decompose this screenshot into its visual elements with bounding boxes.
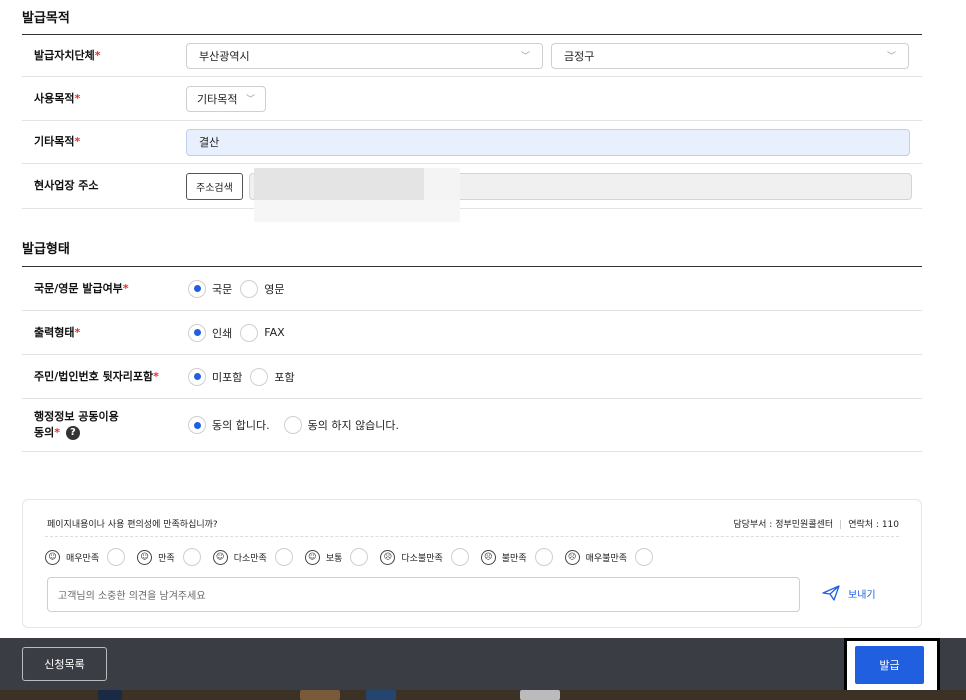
redacted-address: [253, 167, 424, 200]
department-text: 담당부서 : 정부민원콜센터: [733, 520, 834, 530]
help-icon[interactable]: ?: [65, 426, 80, 440]
send-button[interactable]: 보내기: [822, 585, 876, 601]
language-label: 국문/영문 발급여부: [34, 281, 123, 295]
radio-consent-yes[interactable]: 동의 합니다.: [188, 416, 270, 434]
rating-somewhat-satisfied[interactable]: ☺ 다소만족: [212, 548, 293, 566]
smile-face-icon: ☺: [212, 549, 228, 565]
rating-satisfied[interactable]: ☺ 만족: [137, 548, 201, 566]
section-title-format: 발급형태: [22, 242, 70, 257]
rating-dissatisfied[interactable]: ☹ 불만족: [480, 548, 553, 566]
paper-plane-icon: [822, 585, 840, 601]
radio-english[interactable]: 영문: [240, 279, 285, 298]
required-mark: *: [153, 369, 159, 383]
rating-very-dissatisfied[interactable]: ☹ 매우불만족: [564, 548, 654, 566]
rating-very-satisfied[interactable]: ☺ 매우만족: [45, 548, 126, 566]
comment-input[interactable]: 고객님의 소중한 의견을 남겨주세요: [47, 577, 800, 612]
radio-korean[interactable]: 국문: [188, 279, 232, 298]
other-purpose-label: 기타목적: [34, 135, 75, 148]
authority-label: 발급자치단체: [34, 48, 95, 62]
required-mark: *: [54, 426, 61, 439]
purpose-select[interactable]: 기타목적 ﹀: [186, 85, 266, 112]
row-address: 현사업장 주소 주소검색: [22, 164, 922, 222]
happy-face-icon: ☺: [137, 549, 153, 565]
rating-neutral[interactable]: ☺ 보통: [304, 548, 369, 566]
radio-consent-no[interactable]: 동의 하지 않습니다.: [283, 416, 399, 434]
radio-exclude[interactable]: 미포함: [188, 367, 242, 386]
footer-bar: 신청목록: [0, 638, 966, 694]
row-output: 출력형태* 인쇄 FAX: [22, 311, 922, 355]
address-field: [248, 167, 912, 222]
required-mark: *: [74, 325, 81, 339]
consent-label-line2: 동의: [34, 426, 55, 439]
radio-fax[interactable]: FAX: [240, 323, 285, 342]
issue-button[interactable]: 발급: [855, 646, 924, 684]
row-purpose: 사용목적* 기타목적 ﹀: [22, 77, 922, 121]
taskbar-strip: [0, 690, 966, 700]
district-select[interactable]: 금정구 ﹀: [551, 42, 909, 69]
rating-somewhat-dissatisfied[interactable]: ☹ 다소불만족: [380, 548, 469, 566]
section-title-purpose: 발급목적: [22, 11, 70, 26]
purpose-form: 발급자치단체* 부산광역시 ﹀ 금정구 ﹀ 사용목적* 기타목적 ﹀ 기타목적* 결산…: [22, 34, 922, 222]
rating-options: ☺ 매우만족 ☺ 만족 ☺ 다소만족 ☺ 보통 ☹ 다소불만족 ☹ 불만족 ☹ 매우불만족: [45, 548, 665, 566]
sad-face-icon: ☹: [480, 549, 496, 565]
satisfaction-survey: 페이지내용이나 사용 편의성에 만족하십니까? 담당부서 : 정부민원콜센터 | 연…: [22, 499, 922, 628]
row-authority: 발급자치단체* 부산광역시 ﹀ 금정구 ﹀: [22, 35, 922, 77]
radio-include[interactable]: 포함: [250, 367, 295, 386]
purpose-label: 사용목적: [34, 91, 75, 105]
consent-label-line1: 행정정보 공동이용: [34, 410, 119, 423]
survey-question: 페이지내용이나 사용 편의성에 만족하십니까?: [47, 520, 218, 530]
application-list-button[interactable]: 신청목록: [22, 647, 107, 681]
address-search-button[interactable]: 주소검색: [186, 172, 243, 200]
city-select[interactable]: 부산광역시 ﹀: [186, 42, 543, 69]
required-mark: *: [94, 48, 101, 62]
output-label: 출력형태: [34, 325, 75, 339]
neutral-face-icon: ☺: [304, 549, 320, 565]
row-language: 국문/영문 발급여부* 국문 영문: [22, 267, 922, 311]
contact-text: 연락처 : 110: [848, 520, 899, 530]
chevron-down-icon: ﹀: [245, 95, 255, 105]
address-label: 현사업장 주소: [34, 179, 99, 192]
required-mark: *: [74, 135, 81, 148]
very-sad-face-icon: ☹: [564, 549, 580, 565]
frown-face-icon: ☹: [380, 549, 396, 565]
row-id-suffix: 주민/법인번호 뒷자리포함* 미포함 포함: [22, 355, 922, 399]
id-suffix-label: 주민/법인번호 뒷자리포함: [34, 369, 154, 383]
row-other-purpose: 기타목적* 결산: [22, 121, 922, 164]
required-mark: *: [74, 91, 81, 105]
row-consent: 행정정보 공동이용 동의* ? 동의 합니다. 동의 하지 않습니다.: [22, 399, 922, 452]
chevron-down-icon: ﹀: [886, 52, 896, 62]
very-happy-face-icon: ☺: [45, 549, 60, 565]
radio-print[interactable]: 인쇄: [188, 323, 232, 342]
required-mark: *: [122, 281, 129, 295]
chevron-down-icon: ﹀: [520, 52, 530, 62]
format-form: 국문/영문 발급여부* 국문 영문 출력형태* 인쇄 FAX 주민/법인번호 뒷…: [22, 266, 922, 452]
survey-contact-info: 담당부서 : 정부민원콜센터 | 연락처 : 110: [733, 520, 899, 530]
other-purpose-input[interactable]: 결산: [186, 128, 910, 156]
